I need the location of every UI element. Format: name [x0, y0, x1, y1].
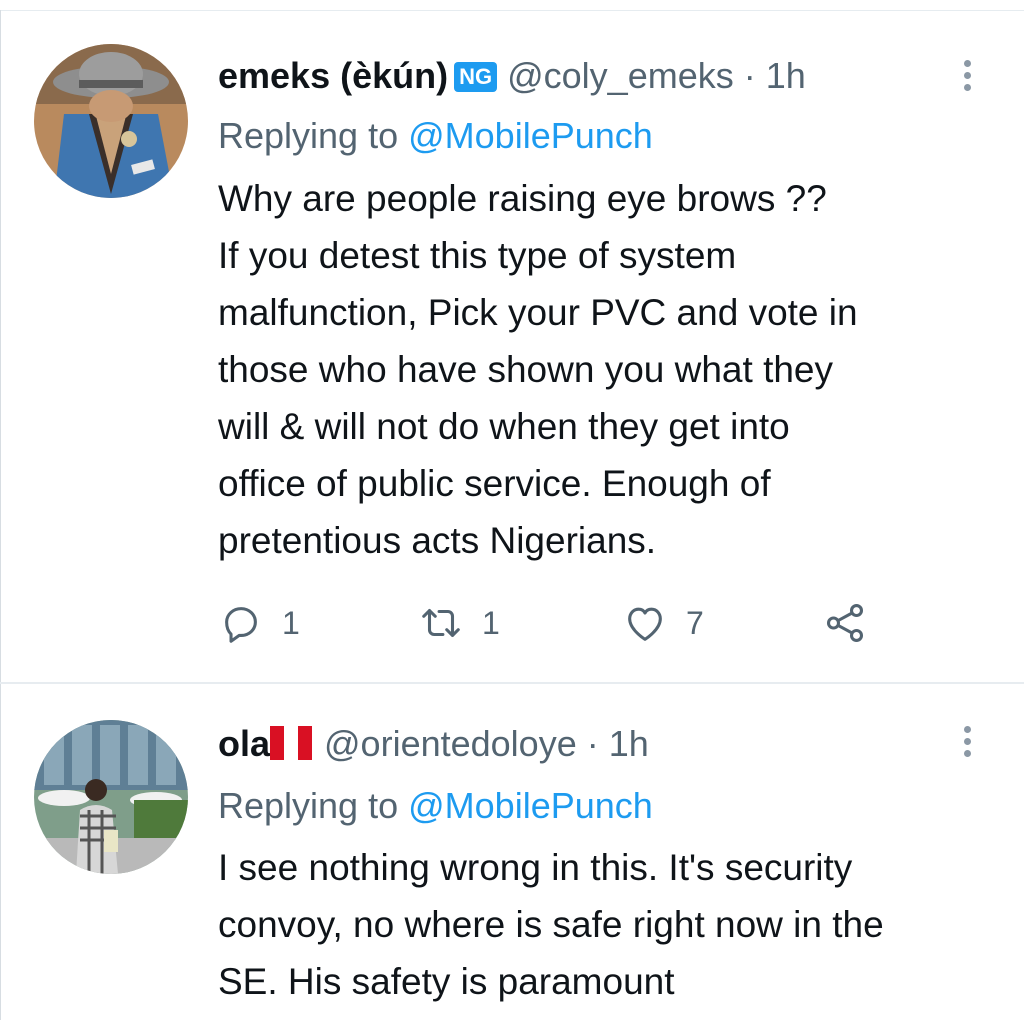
tweet-text-line: If you detest this type of system [218, 235, 737, 276]
user-handle[interactable]: @orientedoloye [324, 723, 577, 764]
replying-to: Replying to @MobilePunch [218, 114, 653, 158]
tweet-text-line: convoy, no where is safe right now in th… [218, 904, 884, 945]
display-name[interactable]: ola [218, 723, 270, 764]
tweet-text: I see nothing wrong in this. It's securi… [218, 839, 998, 1010]
tweet-text-line: will & will not do when they get into [218, 406, 790, 447]
tweet-text: Why are people raising eye brows ?? If y… [218, 170, 998, 569]
tweet-header: ola @orientedoloye · 1h [218, 722, 649, 766]
replying-to: Replying to @MobilePunch [218, 784, 653, 828]
user-handle[interactable]: @coly_emeks [507, 55, 734, 96]
tweet-actions: 1 1 7 [218, 600, 918, 646]
separator-dot: · [586, 723, 599, 764]
timestamp[interactable]: 1h [609, 723, 649, 764]
tweet-text-line: those who have shown you what they [218, 349, 833, 390]
reply-icon [225, 607, 257, 643]
tweet-text-line: office of public service. Enough of [218, 463, 771, 504]
tweet-card[interactable]: ola @orientedoloye · 1h Replying to @Mobi… [0, 684, 1024, 1020]
share-button[interactable] [822, 600, 868, 646]
avatar[interactable] [34, 44, 188, 198]
share-icon [826, 604, 864, 642]
peru-flag-icon [270, 726, 313, 760]
tweet-text-line: SE. His safety is paramount [218, 961, 675, 1002]
separator-dot: · [743, 55, 756, 96]
display-name[interactable]: emeks (èkún) [218, 55, 448, 96]
ng-flag-icon: NG [454, 62, 498, 92]
retweet-button[interactable]: 1 [418, 600, 500, 646]
tweet-text-line: malfunction, Pick your PVC and vote in [218, 292, 858, 333]
like-count: 7 [686, 604, 704, 641]
tweet-text-line: pretentious acts Nigerians. [218, 520, 657, 561]
heart-icon [628, 607, 662, 641]
reply-count: 1 [282, 604, 300, 641]
retweet-count: 1 [482, 604, 500, 641]
more-options-icon[interactable] [964, 726, 974, 762]
tweet-text-line: I see nothing wrong in this. It's securi… [218, 847, 853, 888]
replying-prefix: Replying to [218, 785, 399, 826]
more-options-icon[interactable] [964, 60, 974, 96]
tweet-header: emeks (èkún) NG @coly_emeks · 1h [218, 54, 806, 98]
tweet-text-line: Why are people raising eye brows ?? [218, 178, 827, 219]
like-button[interactable]: 7 [622, 600, 704, 646]
replying-prefix: Replying to [218, 115, 399, 156]
avatar[interactable] [34, 720, 188, 874]
retweet-icon [422, 609, 460, 637]
tweet-card[interactable]: emeks (èkún) NG @coly_emeks · 1h Replying … [0, 10, 1024, 684]
timestamp[interactable]: 1h [766, 55, 806, 96]
mention-link[interactable]: @MobilePunch [408, 785, 653, 826]
mention-link[interactable]: @MobilePunch [408, 115, 653, 156]
reply-button[interactable]: 1 [218, 600, 300, 646]
